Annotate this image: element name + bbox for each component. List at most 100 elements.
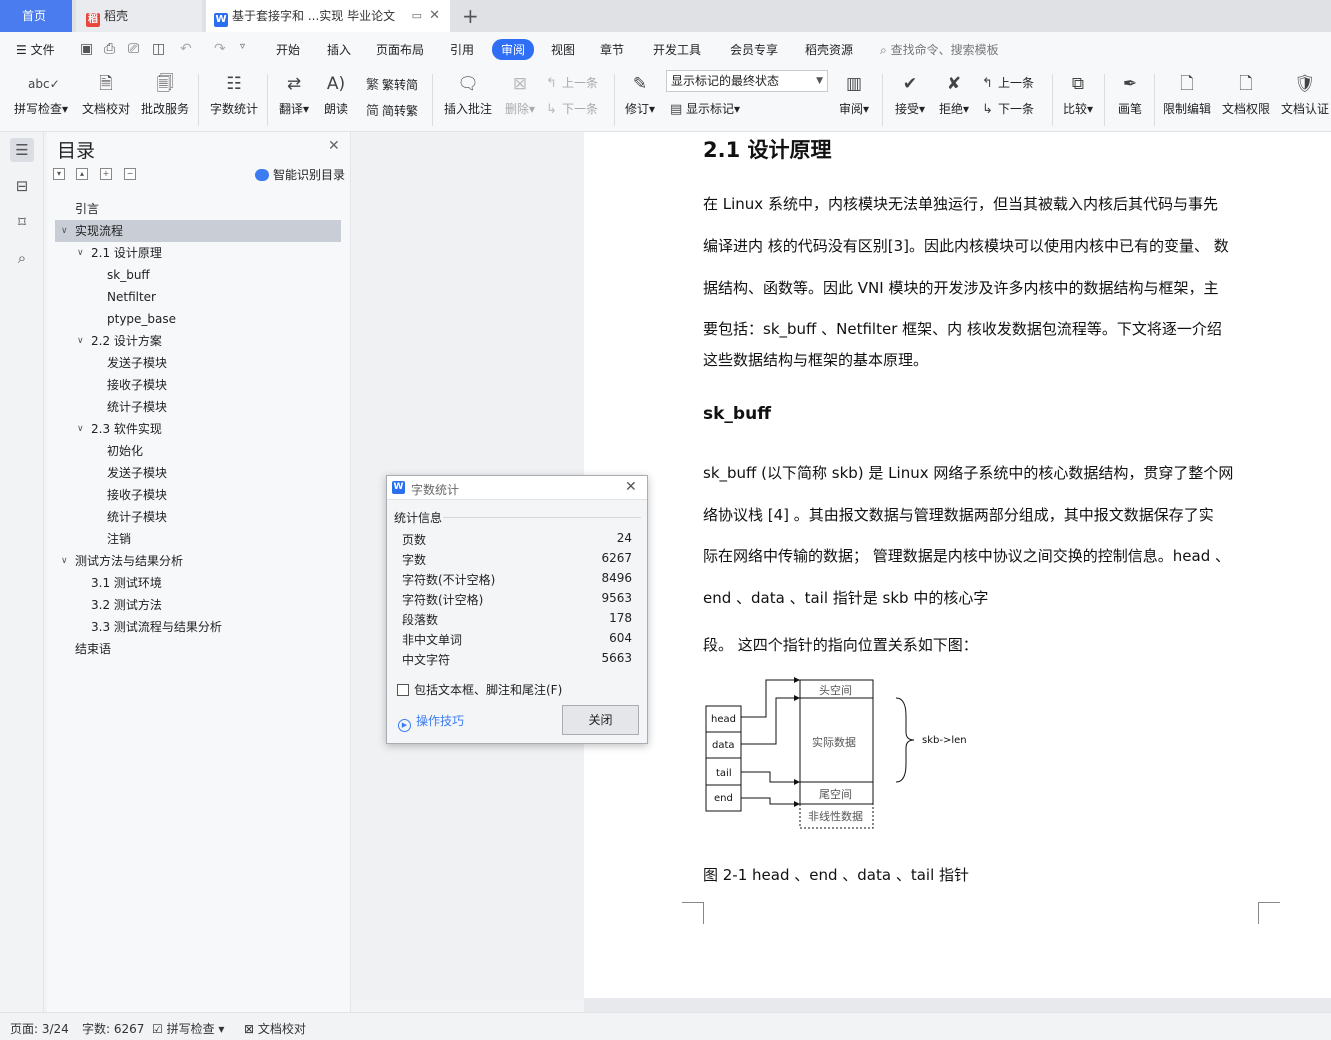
toc-item[interactable]: 接收子模块 (55, 374, 341, 396)
next-comment-button[interactable]: ↳ 下一条 (546, 100, 598, 117)
restrict-edit-button[interactable]: 🗋 限制编辑 (1160, 72, 1214, 117)
menu-insert[interactable]: 插入 (327, 41, 351, 58)
toc-item[interactable]: sk_buff (55, 264, 341, 286)
revise-button[interactable]: ✎ 修订▾ (622, 72, 658, 117)
toc-item[interactable]: ∨ 2.1 设计原理 (55, 242, 341, 264)
toc-item[interactable]: 3.2 测试方法 (55, 594, 341, 616)
read-aloud-button[interactable]: A) 朗读 (320, 72, 352, 117)
markup-state-select[interactable]: 显示标记的最终状态 ▼ (666, 70, 828, 92)
toc-item[interactable]: 接收子模块 (55, 484, 341, 506)
toc-item[interactable]: ∨ 测试方法与结果分析 (55, 550, 341, 572)
collapse-all-icon[interactable]: ▴ (76, 168, 88, 180)
chevron-down-icon[interactable]: ∨ (61, 220, 68, 242)
undo-icon[interactable]: ↶ (180, 41, 192, 57)
menu-page-layout[interactable]: 页面布局 (376, 41, 424, 58)
close-icon[interactable]: ✕ (328, 138, 340, 154)
toc-item[interactable]: 统计子模块 (55, 396, 341, 418)
print-preview-icon[interactable]: ◫ (152, 41, 165, 57)
toc-item[interactable]: ∨ 实现流程 (55, 220, 341, 242)
doc-permission-button[interactable]: 🗋 文档权限 (1220, 72, 1272, 117)
toc-item[interactable]: ptype_base (55, 308, 341, 330)
chevron-down-icon[interactable]: ∨ (77, 242, 84, 264)
menu-daoke-resources[interactable]: 稻壳资源 (805, 41, 853, 58)
page-indicator[interactable]: 页面: 3/24 (10, 1020, 69, 1037)
translate-button[interactable]: ⇄ 翻译▾ (276, 72, 312, 117)
export-pdf-icon[interactable]: ⎙ (104, 41, 115, 57)
menu-chapter[interactable]: 章节 (600, 41, 624, 58)
toc-item[interactable]: 引言 (55, 198, 341, 220)
spell-check-button[interactable]: abc✓ 拼写检查▾ (10, 72, 72, 117)
simp-to-trad-button[interactable]: 简简转繁 (366, 100, 418, 119)
batch-service-button[interactable]: 🗐 批改服务 (139, 72, 191, 117)
toc-item[interactable]: 发送子模块 (55, 462, 341, 484)
tab-daoke[interactable]: 稻稻壳 (76, 0, 202, 32)
toc-item[interactable]: 注销 (55, 528, 341, 550)
toc-item[interactable]: 初始化 (55, 440, 341, 462)
toc-item[interactable]: Netfilter (55, 286, 341, 308)
toc-item[interactable]: 发送子模块 (55, 352, 341, 374)
toc-item[interactable]: ∨ 2.2 设计方案 (55, 330, 341, 352)
include-textbox-checkbox[interactable]: 包括文本框、脚注和尾注(F) (397, 681, 562, 698)
pin-icon[interactable]: ▭ (412, 0, 422, 32)
pen-button[interactable]: ✒ 画笔 (1112, 72, 1148, 117)
next-change-button[interactable]: ↳ 下一条 (982, 100, 1034, 117)
toc-item[interactable]: 统计子模块 (55, 506, 341, 528)
trad-to-simp-button[interactable]: 繁繁转简 (366, 74, 418, 93)
dialog-title-bar[interactable]: W 字数统计 ✕ (387, 476, 647, 500)
doc-proofread-button[interactable]: 🗎 文档校对 (80, 72, 132, 117)
paragraph-line: 段。 这四个指针的指向位置关系如下图： (703, 636, 978, 654)
menu-view[interactable]: 视图 (551, 41, 575, 58)
prev-comment-button[interactable]: ↰ 上一条 (546, 74, 598, 91)
bookmark-icon[interactable]: ⌑ (10, 210, 34, 234)
translate-label: 翻译 (278, 102, 303, 116)
menu-references[interactable]: 引用 (450, 41, 474, 58)
chevron-down-icon[interactable]: ∨ (61, 550, 68, 572)
word-count-indicator[interactable]: 字数: 6267 (82, 1020, 144, 1037)
search-icon[interactable]: ⌕ (10, 246, 34, 270)
show-markup-icon: ▤ (670, 102, 683, 117)
review-pane-button[interactable]: ▥ 审阅▾ (836, 72, 872, 117)
close-icon[interactable]: ✕ (429, 0, 440, 32)
prev-change-button[interactable]: ↰ 上一条 (982, 74, 1034, 91)
toc-item[interactable]: ∨ 2.3 软件实现 (55, 418, 341, 440)
chevron-down-icon[interactable]: ∨ (77, 418, 84, 440)
new-tab-icon[interactable]: + (462, 4, 479, 28)
toc-item[interactable]: 3.3 测试流程与结果分析 (55, 616, 341, 638)
toc-item[interactable]: 3.1 测试环境 (55, 572, 341, 594)
reject-button[interactable]: ✘ 拒绝▾ (936, 72, 972, 117)
chapter-nav-icon[interactable]: ⊟ (10, 174, 34, 198)
headroom-label: 头空间 (819, 683, 852, 697)
delete-comment-button[interactable]: ⊠ 删除▾ (502, 72, 538, 117)
close-button[interactable]: 关闭 (562, 705, 639, 735)
doc-certify-button[interactable]: 🛡 文档认证 (1279, 72, 1331, 117)
menu-developer[interactable]: 开发工具 (653, 41, 701, 58)
save-icon[interactable]: ▣ (80, 41, 93, 57)
menu-review[interactable]: 审阅 (492, 39, 535, 60)
show-markup-button[interactable]: ▤ 显示标记▾ (670, 100, 740, 117)
menu-start[interactable]: 开始 (276, 41, 300, 58)
add-heading-icon[interactable]: + (100, 168, 112, 180)
remove-heading-icon[interactable]: − (124, 168, 136, 180)
command-search[interactable]: ⌕ 查找命令、搜索模板 (880, 41, 999, 58)
insert-comment-button[interactable]: 🗨 插入批注 (442, 72, 494, 117)
proofread-status[interactable]: ⊠ 文档校对 (244, 1020, 306, 1037)
chevron-down-icon[interactable]: ∨ (77, 330, 84, 352)
accept-button[interactable]: ✔ 接受▾ (892, 72, 928, 117)
tips-link[interactable]: ▶ 操作技巧 (398, 712, 464, 732)
redo-icon[interactable]: ↷ (214, 41, 226, 57)
print-icon[interactable]: ⎚ (128, 41, 139, 57)
tab-document[interactable]: W 基于套接字和 ...实现 毕业论文 ▭ ✕ (206, 0, 450, 32)
quick-access-dropdown-icon[interactable]: ▿ (240, 41, 245, 52)
compare-button[interactable]: ⧉ 比较▾ (1060, 72, 1096, 117)
menu-member[interactable]: 会员专享 (730, 41, 778, 58)
spell-check-status[interactable]: ☑ 拼写检查 ▾ (152, 1020, 224, 1037)
smart-detect-toc-button[interactable]: 智能识别目录 (255, 166, 345, 183)
toc-icon[interactable]: ☰ (10, 138, 34, 162)
file-menu[interactable]: ☰ 文件 (16, 41, 55, 58)
checkbox[interactable] (397, 684, 409, 696)
toc-item[interactable]: 结束语 (55, 638, 341, 660)
tab-home[interactable]: 首页 (0, 0, 72, 32)
close-icon[interactable]: ✕ (625, 479, 637, 495)
word-count-button[interactable]: ☷ 字数统计 (208, 72, 260, 117)
expand-all-icon[interactable]: ▾ (53, 168, 65, 180)
